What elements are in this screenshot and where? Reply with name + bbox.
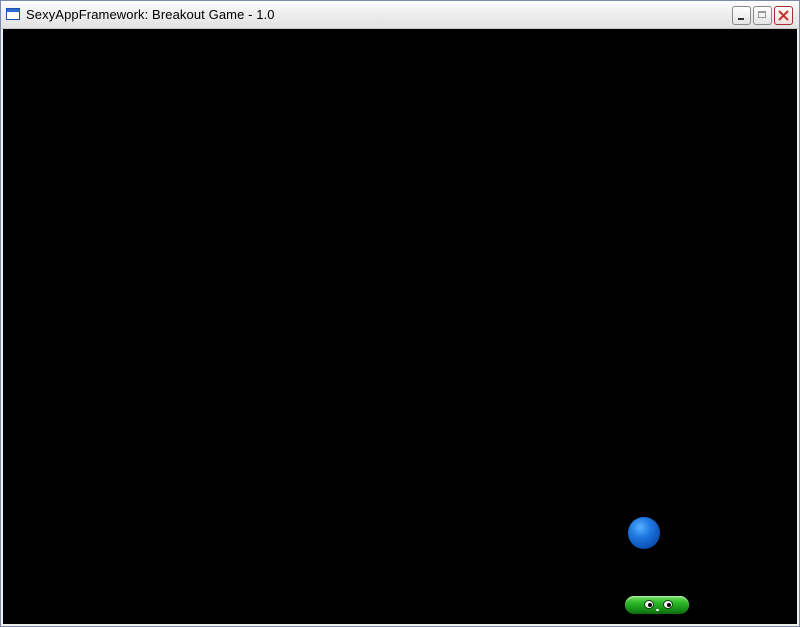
- window-title: SexyAppFramework: Breakout Game - 1.0: [26, 7, 275, 22]
- paddle-left-pupil: [648, 603, 652, 607]
- paddle-right-pupil: [667, 603, 671, 607]
- paddle[interactable]: [625, 596, 689, 614]
- paddle-mouth: [656, 609, 659, 611]
- paddle-right-eye: [663, 600, 673, 609]
- game-canvas[interactable]: [3, 29, 797, 624]
- close-icon: [778, 10, 789, 21]
- ball: [628, 517, 660, 549]
- close-button[interactable]: [774, 6, 793, 25]
- app-window-icon[interactable]: [6, 8, 20, 20]
- title-bar[interactable]: SexyAppFramework: Breakout Game - 1.0: [1, 1, 799, 29]
- window-controls: [732, 6, 793, 25]
- app-window: SexyAppFramework: Breakout Game - 1.0: [0, 0, 800, 627]
- paddle-left-eye: [644, 600, 654, 609]
- minimize-button[interactable]: [732, 6, 751, 25]
- maximize-button[interactable]: [753, 6, 772, 25]
